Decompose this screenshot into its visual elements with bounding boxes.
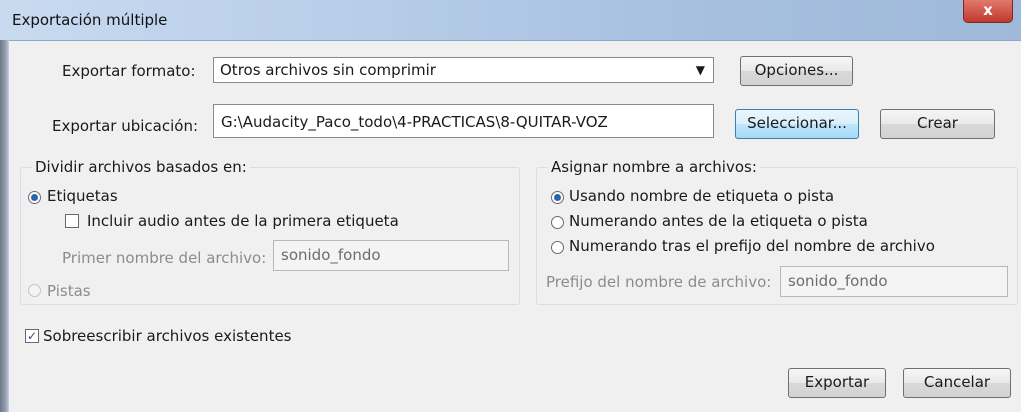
labels-option-label: Etiquetas bbox=[47, 187, 118, 205]
prefix-input[interactable]: sonido_fondo bbox=[780, 266, 1008, 297]
location-label: Exportar ubicación: bbox=[52, 117, 199, 135]
naming-option3-radio[interactable] bbox=[551, 241, 564, 254]
tracks-radio[interactable] bbox=[28, 284, 41, 297]
tracks-option-label: Pistas bbox=[47, 282, 91, 300]
location-path: G:\Audacity_Paco_todo\4-PRACTICAS\8-QUIT… bbox=[221, 113, 608, 131]
options-button[interactable]: Opciones... bbox=[740, 56, 853, 86]
dropdown-arrow-icon: ▼ bbox=[695, 63, 705, 77]
overwrite-label: Sobreescribir archivos existentes bbox=[43, 327, 292, 345]
close-button[interactable]: x bbox=[963, 0, 1013, 23]
include-audio-label: Incluir audio antes de la primera etique… bbox=[87, 212, 399, 230]
prefix-value: sonido_fondo bbox=[788, 272, 888, 290]
naming-option2-label: Numerando antes de la etiqueta o pista bbox=[569, 212, 868, 230]
naming-option3-label: Numerando tras el prefijo del nombre de … bbox=[569, 237, 935, 255]
include-audio-checkbox[interactable] bbox=[65, 214, 79, 228]
naming-group-title: Asignar nombre a archivos: bbox=[548, 158, 760, 176]
cancel-button[interactable]: Cancelar bbox=[903, 368, 1011, 398]
format-dropdown[interactable]: Otros archivos sin comprimir ▼ bbox=[213, 57, 714, 83]
first-name-value: sonido_fondo bbox=[281, 246, 381, 264]
naming-option1-label: Usando nombre de etiqueta o pista bbox=[569, 187, 835, 205]
select-button[interactable]: Seleccionar... bbox=[735, 109, 859, 139]
window-frame-left bbox=[0, 40, 9, 412]
labels-radio[interactable] bbox=[28, 191, 41, 204]
first-name-input[interactable]: sonido_fondo bbox=[273, 240, 509, 271]
overwrite-checkbox[interactable]: ✓ bbox=[25, 329, 39, 343]
format-selected: Otros archivos sin comprimir bbox=[220, 61, 436, 79]
prefix-label: Prefijo del nombre de archivo: bbox=[546, 273, 772, 291]
title-bar: Exportación múltiple x bbox=[0, 0, 1021, 41]
naming-option2-radio[interactable] bbox=[551, 216, 564, 229]
window-title: Exportación múltiple bbox=[12, 11, 168, 29]
export-button[interactable]: Exportar bbox=[788, 368, 886, 398]
location-input[interactable]: G:\Audacity_Paco_todo\4-PRACTICAS\8-QUIT… bbox=[213, 104, 714, 138]
first-name-label: Primer nombre del archivo: bbox=[62, 249, 267, 267]
format-label: Exportar formato: bbox=[62, 62, 196, 80]
create-button[interactable]: Crear bbox=[880, 109, 995, 139]
naming-option1-radio[interactable] bbox=[551, 191, 564, 204]
split-group-title: Dividir archivos basados en: bbox=[32, 158, 250, 176]
